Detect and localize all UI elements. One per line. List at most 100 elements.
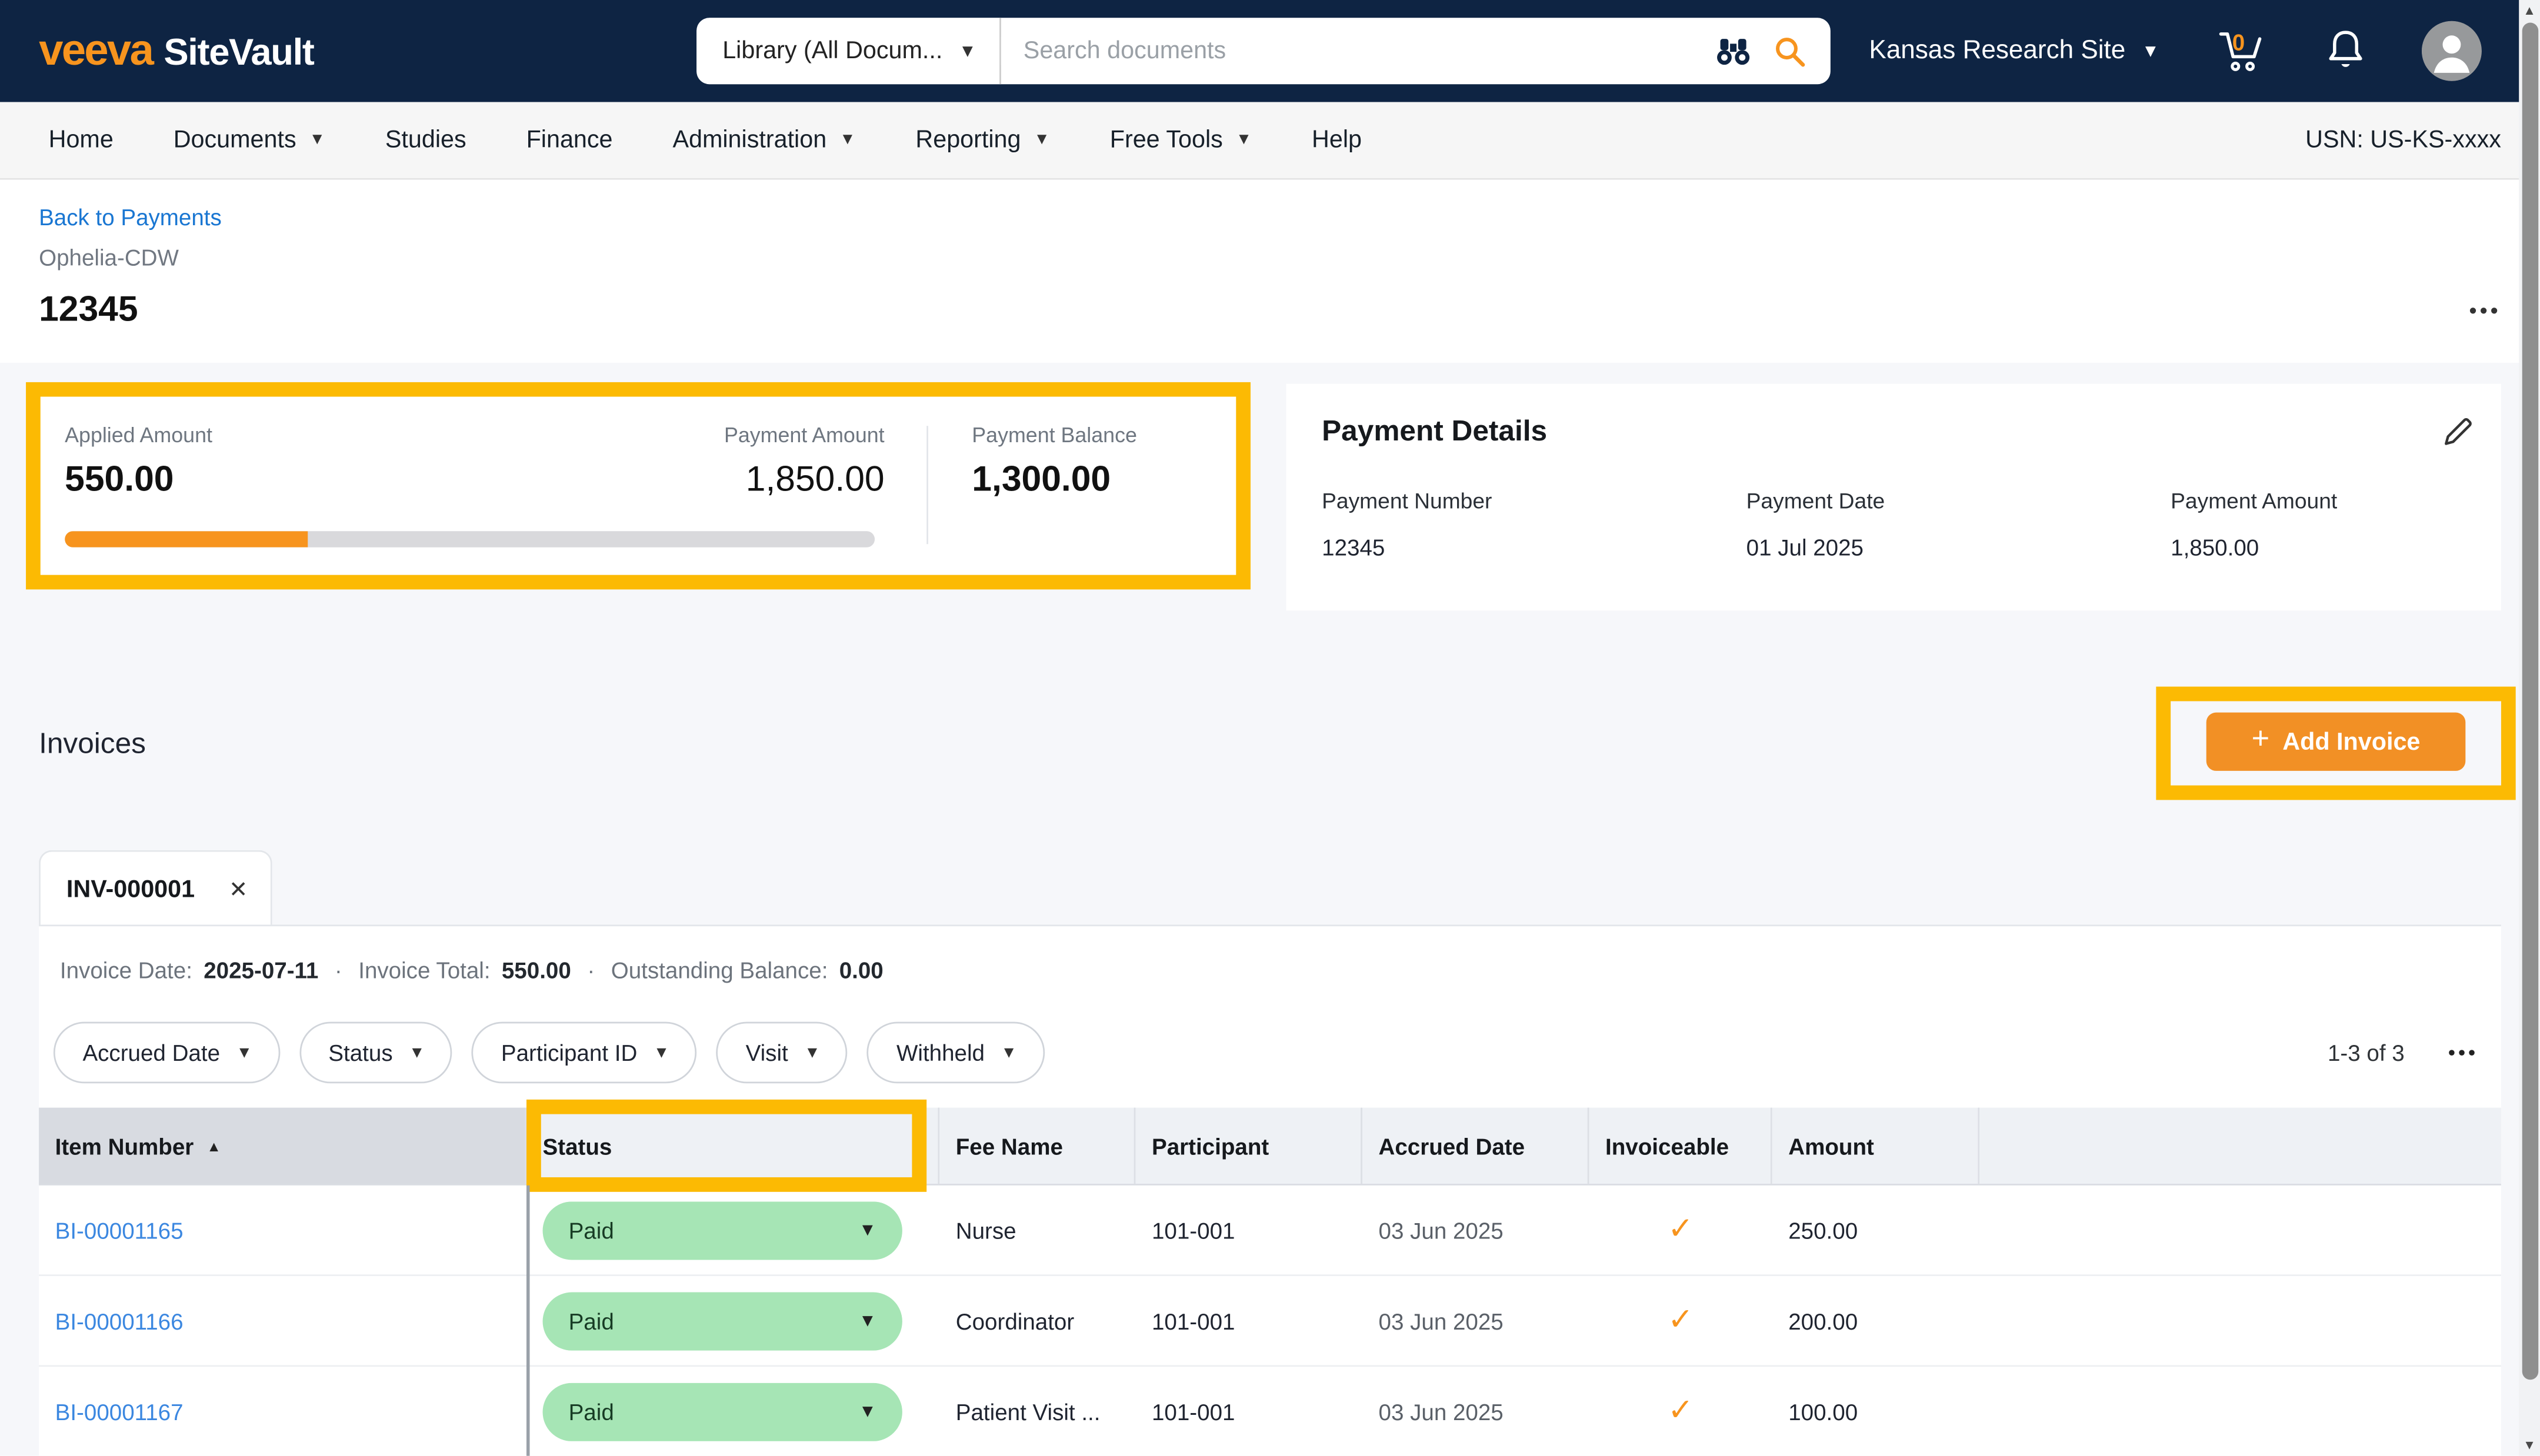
column-header-label: Fee Name: [956, 1133, 1063, 1158]
column-header-invoiceable[interactable]: Invoiceable: [1589, 1108, 1772, 1184]
filter-toolbar: Accrued Date▼Status▼Participant ID▼Visit…: [39, 983, 2501, 1084]
document-search-bar: Library (All Docum... ▼: [696, 18, 1831, 84]
column-header-item_number[interactable]: Item Number▲: [39, 1108, 526, 1184]
add-invoice-highlight-annotation: + Add Invoice: [2156, 687, 2515, 800]
status-pill-label: Paid: [569, 1308, 614, 1334]
nav-item-label: Free Tools: [1110, 126, 1223, 154]
nav-item-studies[interactable]: Studies: [385, 126, 466, 154]
field-label: Payment Number: [1322, 489, 1746, 513]
invoice-meta-item: Invoice Total:550.00: [358, 957, 571, 983]
invoice-items-table: Item Number▲Status Fee Name Participant Acc…: [39, 1108, 2501, 1456]
chevron-down-icon: ▼: [804, 1044, 820, 1061]
cart-button[interactable]: 0: [2211, 24, 2269, 79]
column-header-accrued_date[interactable]: Accrued Date: [1362, 1108, 1589, 1184]
applied-amount-value: 550.00: [65, 458, 212, 500]
applied-progress-fill: [65, 531, 308, 547]
more-actions-button[interactable]: •••: [2469, 297, 2501, 321]
column-header-fee_name[interactable]: Fee Name: [939, 1108, 1135, 1184]
chevron-down-icon: ▼: [1034, 131, 1050, 149]
vertical-scrollbar[interactable]: ▲ ▼: [2519, 0, 2540, 1456]
status-pill-dropdown[interactable]: Paid ▼: [543, 1201, 902, 1259]
nav-item-home[interactable]: Home: [49, 126, 114, 154]
cart-count-badge: 0: [2232, 28, 2245, 54]
filter-chip-status[interactable]: Status▼: [299, 1022, 453, 1084]
cell-item_number: BI-00001166: [39, 1308, 526, 1334]
cell-invoiceable: ✓: [1589, 1302, 1772, 1339]
app-window: veeva SiteVault Library (All Docum... ▼: [0, 0, 2540, 1456]
cell-participant: 101-001: [1135, 1398, 1362, 1424]
add-invoice-button[interactable]: + Add Invoice: [2206, 713, 2466, 771]
scrollbar-thumb[interactable]: [2521, 23, 2538, 1380]
payment-detail-field: Payment Amount1,850.00: [2171, 489, 2465, 560]
applied-progress-bar: [65, 531, 875, 547]
chevron-down-icon: ▼: [859, 1220, 876, 1240]
scroll-up-arrow-icon[interactable]: ▲: [2519, 4, 2540, 18]
nav-item-finance[interactable]: Finance: [526, 126, 613, 154]
invoice-item-link[interactable]: BI-00001165: [55, 1217, 184, 1243]
search-scope-dropdown[interactable]: Library (All Docum... ▼: [696, 18, 1001, 84]
nav-item-help[interactable]: Help: [1312, 126, 1362, 154]
cell-fee_name: Nurse: [939, 1217, 1135, 1243]
site-selector-label: Kansas Research Site: [1869, 36, 2125, 66]
meta-value: 0.00: [839, 957, 884, 983]
back-to-payments-link[interactable]: Back to Payments: [39, 204, 222, 230]
nav-item-label: Finance: [526, 126, 613, 154]
search-icon[interactable]: [1772, 33, 1808, 69]
cell-fee_name: Coordinator: [939, 1308, 1135, 1334]
status-pill-label: Paid: [569, 1217, 614, 1243]
column-header-label: Invoiceable: [1605, 1133, 1729, 1158]
filter-chip-label: Accrued Date: [82, 1040, 220, 1066]
meta-separator: ·: [335, 957, 342, 983]
close-tab-icon[interactable]: ✕: [229, 875, 248, 903]
table-row: BI-00001165Paid▼Nurse101-00103 Jun 2025✓…: [39, 1185, 2501, 1276]
invoice-item-link[interactable]: BI-00001167: [55, 1398, 184, 1424]
veeva-sitevault-logo[interactable]: veeva SiteVault: [39, 26, 314, 76]
cell-invoiceable: ✓: [1589, 1392, 1772, 1430]
notifications-bell-icon[interactable]: [2321, 24, 2370, 79]
invoice-tab-bar: INV-000001 ✕: [39, 850, 2501, 925]
chevron-down-icon: ▼: [2142, 41, 2159, 61]
nav-item-label: Administration: [672, 126, 826, 154]
table-more-actions-button[interactable]: •••: [2448, 1041, 2478, 1064]
meta-separator: ·: [587, 957, 595, 983]
field-label: Payment Amount: [2171, 489, 2465, 513]
user-avatar[interactable]: [2422, 21, 2482, 81]
column-header-status[interactable]: Status: [526, 1108, 939, 1184]
cell-amount: 250.00: [1772, 1217, 1979, 1243]
filter-chip-withheld[interactable]: Withheld▼: [867, 1022, 1044, 1084]
status-pill-dropdown[interactable]: Paid▼: [543, 1382, 902, 1440]
filter-chip-accrued-date[interactable]: Accrued Date▼: [54, 1022, 280, 1084]
search-input[interactable]: [1001, 37, 1714, 65]
status-pill-dropdown[interactable]: Paid▼: [543, 1291, 902, 1350]
invoice-tab[interactable]: INV-000001 ✕: [39, 850, 272, 926]
chevron-down-icon: ▼: [654, 1044, 669, 1061]
site-selector[interactable]: Kansas Research Site ▼: [1869, 36, 2159, 66]
cell-amount: 100.00: [1772, 1398, 1979, 1424]
scroll-down-arrow-icon[interactable]: ▼: [2519, 1438, 2540, 1452]
nav-item-documents[interactable]: Documents▼: [174, 126, 325, 154]
meta-label: Invoice Total:: [358, 957, 490, 983]
nav-item-free-tools[interactable]: Free Tools▼: [1110, 126, 1252, 154]
veeva-wordmark: veeva: [39, 26, 152, 76]
filter-chip-participant-id[interactable]: Participant ID ▼: [472, 1022, 697, 1084]
column-header-participant[interactable]: Participant: [1135, 1108, 1362, 1184]
cell-item_number: BI-00001165: [39, 1217, 526, 1243]
column-header-label: Participant: [1152, 1133, 1269, 1158]
column-header-amount[interactable]: Amount: [1772, 1108, 1979, 1184]
filter-chip-visit[interactable]: Visit▼: [716, 1022, 848, 1084]
cell-item_number: BI-00001167: [39, 1398, 526, 1424]
nav-item-administration[interactable]: Administration▼: [672, 126, 855, 154]
payment-details-title: Payment Details: [1322, 415, 1547, 449]
chevron-down-icon: ▼: [309, 131, 325, 149]
nav-item-reporting[interactable]: Reporting ▼: [915, 126, 1049, 154]
invoice-item-link[interactable]: BI-00001166: [55, 1308, 184, 1334]
filter-chip-label: Withheld: [896, 1040, 985, 1066]
nav-item-label: Reporting: [915, 126, 1021, 154]
chevron-down-icon: ▼: [959, 41, 976, 61]
binoculars-icon[interactable]: [1714, 35, 1753, 67]
invoice-tab-label: INV-000001: [66, 875, 195, 903]
payment-balance-value: 1,300.00: [972, 458, 1137, 500]
filter-chip-label: Participant ID: [501, 1040, 637, 1066]
field-value: 01 Jul 2025: [1746, 535, 2171, 560]
edit-pencil-icon[interactable]: [2439, 415, 2475, 455]
